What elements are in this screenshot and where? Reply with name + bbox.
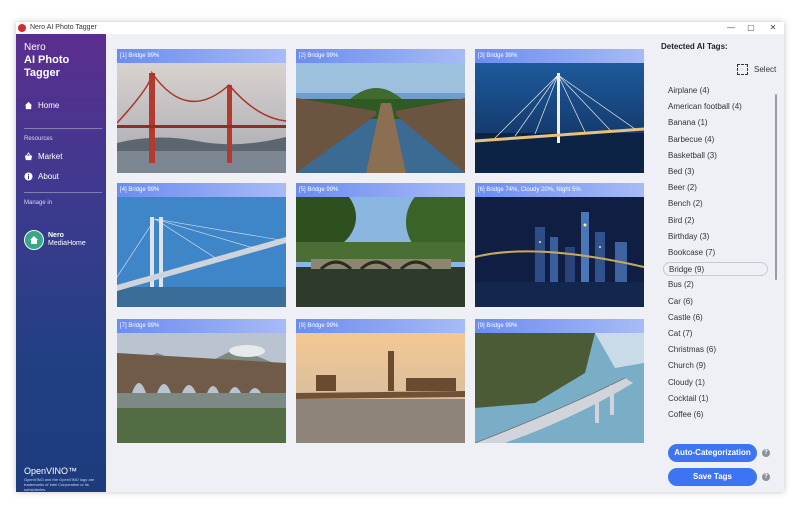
photo-tag-label: [1] Bridge 99% <box>117 49 286 63</box>
photo-thumbnail <box>475 197 644 307</box>
minimize-button[interactable]: — <box>724 22 738 34</box>
brand-line-1: Nero <box>24 42 46 53</box>
photo-thumbnail <box>296 197 465 307</box>
tag-item[interactable]: Banana (1) <box>663 116 768 130</box>
photo-thumbnail <box>117 197 286 307</box>
save-tags-button[interactable]: Save Tags <box>668 468 757 486</box>
photo-grid: [1] Bridge 99% [2] Bridge 99% [3] Bridge… <box>106 34 655 492</box>
tag-item[interactable]: Cocktail (1) <box>663 392 768 406</box>
tag-item[interactable]: Castle (6) <box>663 311 768 325</box>
tags-panel-title: Detected AI Tags: <box>661 42 728 51</box>
tag-item[interactable]: Church (9) <box>663 359 768 373</box>
sidebar-item-label: Home <box>38 101 60 110</box>
photo-thumbnail <box>117 333 286 443</box>
brand-line-3: Tagger <box>24 67 60 79</box>
tag-item[interactable]: Birthday (3) <box>663 230 768 244</box>
photo-card[interactable]: [2] Bridge 99% <box>296 49 465 173</box>
sidebar-item-label: Market <box>38 152 63 161</box>
tag-item[interactable]: American football (4) <box>663 100 768 114</box>
mediahome-label-1: Nero <box>48 232 64 239</box>
auto-categorization-button[interactable]: Auto-Categorization <box>668 444 757 462</box>
tag-item[interactable]: Coffee (6) <box>663 408 768 422</box>
tag-item[interactable]: Cloudy (1) <box>663 376 768 390</box>
close-button[interactable]: ✕ <box>766 22 780 34</box>
openvino-logo: OpenVINO™ <box>24 466 78 476</box>
select-toggle[interactable]: Select <box>737 64 776 75</box>
help-icon[interactable]: ? <box>762 473 770 481</box>
photo-tag-label: [8] Bridge 99% <box>296 319 465 333</box>
tag-item[interactable]: Airplane (4) <box>663 84 768 98</box>
window-title: Nero AI Photo Tagger <box>30 24 97 31</box>
photo-tag-label: [6] Bridge 74%, Cloudy 20%, Night 5% <box>475 183 644 197</box>
tag-item[interactable]: Bed (3) <box>663 165 768 179</box>
sidebar: Nero AI Photo Tagger Home Resources Mark… <box>16 34 106 492</box>
openvino-trademark-note: OpenVINO and the OpenVINO logo are trade… <box>24 477 95 492</box>
photo-tag-label: [4] Bridge 99% <box>117 183 286 197</box>
nero-app-icon <box>18 24 26 32</box>
photo-thumbnail <box>475 63 644 173</box>
photo-card[interactable]: [5] Bridge 99% <box>296 183 465 307</box>
tag-item[interactable]: Bridge (9) <box>663 262 768 277</box>
help-icon[interactable]: ? <box>762 449 770 457</box>
tag-item[interactable]: Basketball (3) <box>663 149 768 163</box>
mediahome-label-2: MediaHome <box>48 240 86 247</box>
photo-card[interactable]: [8] Bridge 99% <box>296 319 465 443</box>
photo-card[interactable]: [6] Bridge 74%, Cloudy 20%, Night 5% <box>475 183 644 307</box>
photo-tag-label: [3] Bridge 99% <box>475 49 644 63</box>
photo-thumbnail <box>296 333 465 443</box>
resources-section-label: Resources <box>24 136 53 142</box>
photo-card[interactable]: [9] Bridge 99% <box>475 319 644 443</box>
photo-thumbnail <box>117 63 286 173</box>
basket-icon <box>24 152 33 161</box>
select-label: Select <box>754 65 777 74</box>
sidebar-item-about[interactable]: About <box>24 172 59 181</box>
tags-panel: Detected AI Tags: Select Airplane (4) Ame… <box>655 34 784 492</box>
app-window: Nero AI Photo Tagger — ▢ ✕ Nero AI Photo… <box>16 22 784 492</box>
brand-line-2: AI Photo <box>24 54 70 66</box>
photo-card[interactable]: [1] Bridge 99% <box>117 49 286 173</box>
tag-item[interactable]: Bookcase (7) <box>663 246 768 260</box>
brand-title: Nero AI Photo Tagger <box>24 41 69 80</box>
photo-card[interactable]: [7] Bridge 99% <box>117 319 286 443</box>
photo-tag-label: [9] Bridge 99% <box>475 319 644 333</box>
tag-list-scrollbar[interactable] <box>775 94 777 280</box>
sidebar-item-market[interactable]: Market <box>24 152 62 161</box>
photo-thumbnail <box>475 333 644 443</box>
tag-item[interactable]: Bird (2) <box>663 214 768 228</box>
photo-tag-label: [2] Bridge 99% <box>296 49 465 63</box>
photo-card[interactable]: [3] Bridge 99% <box>475 49 644 173</box>
divider <box>24 128 102 129</box>
photo-tag-label: [5] Bridge 99% <box>296 183 465 197</box>
tag-item[interactable]: Beer (2) <box>663 181 768 195</box>
tag-item[interactable]: Christmas (6) <box>663 343 768 357</box>
photo-thumbnail <box>296 63 465 173</box>
sidebar-item-label: About <box>38 172 59 181</box>
tag-item[interactable]: Bus (2) <box>663 278 768 292</box>
maximize-button[interactable]: ▢ <box>744 22 758 34</box>
info-icon <box>24 172 33 181</box>
sidebar-item-mediahome[interactable]: Nero MediaHome <box>24 230 86 250</box>
sidebar-item-home[interactable]: Home <box>24 101 59 110</box>
photo-card[interactable]: [4] Bridge 99% <box>117 183 286 307</box>
home-icon <box>24 101 33 110</box>
mediahome-icon <box>24 230 44 250</box>
photo-tag-label: [7] Bridge 99% <box>117 319 286 333</box>
tag-item[interactable]: Barbecue (4) <box>663 133 768 147</box>
divider <box>24 192 102 193</box>
select-checkbox[interactable] <box>737 64 748 75</box>
tag-item[interactable]: Cat (7) <box>663 327 768 341</box>
tag-item[interactable]: Car (6) <box>663 295 768 309</box>
manage-section-label: Manage in <box>24 200 53 206</box>
tag-item[interactable]: Bench (2) <box>663 197 768 211</box>
